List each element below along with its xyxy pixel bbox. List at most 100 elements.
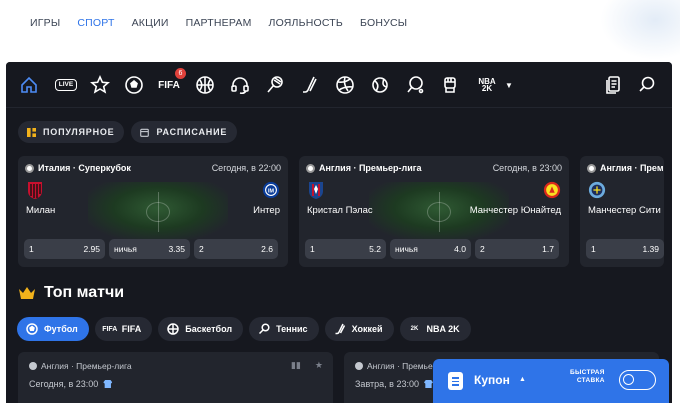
nav-item-bonuses[interactable]: БОНУСЫ bbox=[360, 17, 407, 29]
odd-home-button[interactable]: 1 1.39 bbox=[586, 239, 664, 259]
milan-logo bbox=[28, 182, 42, 199]
odd-home-button[interactable]: 1 2.95 bbox=[24, 239, 105, 259]
search-icon[interactable] bbox=[636, 75, 658, 95]
odd-label: 1 bbox=[29, 244, 34, 254]
nav-item-sport[interactable]: СПОРТ bbox=[77, 17, 114, 29]
chevron-up-icon[interactable]: ▲ bbox=[519, 376, 526, 383]
football-icon bbox=[355, 362, 363, 370]
match-time-label: Завтра, в 23:00 bbox=[355, 379, 419, 389]
nav-item-loyalty[interactable]: ЛОЯЛЬНОСТЬ bbox=[269, 17, 343, 29]
tab-nba2k[interactable]: 2K NBA 2K bbox=[399, 317, 471, 341]
tennis-icon[interactable] bbox=[264, 75, 286, 95]
basketball-icon[interactable] bbox=[194, 75, 216, 95]
top-matches-heading: Топ матчи bbox=[18, 284, 124, 302]
tab-hockey[interactable]: Хоккей bbox=[324, 317, 394, 341]
coupon-label: Купон bbox=[474, 373, 510, 387]
schedule-chip[interactable]: РАСПИСАНИЕ bbox=[131, 121, 238, 143]
main-nav: ИГРЫ СПОРТ АКЦИИ ПАРТНЕРАМ ЛОЯЛЬНОСТЬ БО… bbox=[30, 17, 407, 29]
match-time: Завтра, в 23:00 bbox=[355, 379, 433, 389]
quick-bet-line1: БЫСТРАЯ bbox=[570, 369, 605, 376]
kit-icon bbox=[103, 380, 113, 388]
fifa-live-badge: 6 bbox=[175, 68, 186, 79]
match-time: Сегодня, в 23:00 bbox=[29, 379, 113, 389]
stadium-background bbox=[88, 182, 228, 240]
odd-away-button[interactable]: 2 2.6 bbox=[194, 239, 278, 259]
league-label: Италия · Суперкубок bbox=[38, 163, 131, 173]
odd-value: 3.35 bbox=[168, 244, 185, 254]
odd-away-button[interactable]: 2 1.7 bbox=[475, 239, 559, 259]
nba2k-icon[interactable]: NBA 2K bbox=[473, 75, 501, 95]
volleyball-icon[interactable] bbox=[334, 75, 356, 95]
betslip-icon[interactable] bbox=[602, 75, 624, 95]
nba2k-icon-label: NBA 2K bbox=[478, 76, 496, 93]
away-team: Интер bbox=[253, 205, 280, 216]
football-icon bbox=[29, 362, 37, 370]
site-header: ИГРЫ СПОРТ АКЦИИ ПАРТНЕРАМ ЛОЯЛЬНОСТЬ БО… bbox=[0, 0, 680, 60]
odds-row: 1 5.2 ничья 4.0 2 1.7 bbox=[305, 239, 559, 259]
fifa-icon: FIFA bbox=[102, 325, 118, 333]
popular-chip-label: ПОПУЛЯРНОЕ bbox=[43, 127, 115, 137]
odd-draw-button[interactable]: ничья 4.0 bbox=[390, 239, 471, 259]
stats-icon[interactable]: ▮▮ bbox=[291, 360, 301, 371]
toggle-knob bbox=[623, 374, 634, 385]
nba2k-icon: 2K bbox=[410, 326, 419, 332]
odd-label: ничья bbox=[395, 244, 418, 254]
quick-bet-toggle[interactable] bbox=[619, 370, 656, 390]
featured-match-card[interactable]: Англия · Премь Манчестер Сити 1 1.39 bbox=[580, 156, 664, 267]
odd-value: 4.0 bbox=[454, 244, 466, 254]
odd-home-button[interactable]: 1 5.2 bbox=[305, 239, 386, 259]
odd-draw-button[interactable]: ничья 3.35 bbox=[109, 239, 190, 259]
odd-value: 1.7 bbox=[542, 244, 554, 254]
tab-fifa[interactable]: FIFA FIFA bbox=[94, 317, 153, 341]
crystal-palace-logo bbox=[309, 182, 323, 199]
tab-label: Баскетбол bbox=[185, 324, 233, 334]
football-icon bbox=[306, 163, 315, 173]
basketball-icon bbox=[167, 323, 180, 335]
coupon-bar[interactable]: Купон ▲ БЫСТРАЯ СТАВКА bbox=[433, 359, 669, 403]
league-label: Англия · Премьер-лига bbox=[319, 163, 422, 173]
home-icon[interactable] bbox=[18, 75, 40, 95]
top-matches-title: Топ матчи bbox=[44, 284, 125, 301]
table-tennis-icon[interactable] bbox=[404, 75, 426, 95]
football-icon bbox=[25, 163, 34, 173]
tab-label: NBA 2K bbox=[426, 324, 460, 334]
featured-matches: Италия · Суперкубок Сегодня, в 22:00 Мил… bbox=[18, 156, 664, 267]
nav-item-promotions[interactable]: АКЦИИ bbox=[132, 17, 169, 29]
live-icon[interactable]: LIVE bbox=[53, 75, 79, 95]
popular-chip[interactable]: ПОПУЛЯРНОЕ bbox=[18, 121, 125, 143]
match-league: Англия · Премьер-лига bbox=[306, 163, 422, 173]
nav-item-partners[interactable]: ПАРТНЕРАМ bbox=[186, 17, 252, 29]
tennis-icon bbox=[258, 323, 270, 335]
mma-icon[interactable] bbox=[439, 75, 461, 95]
odd-label: ничья bbox=[114, 244, 137, 254]
handball-icon[interactable] bbox=[369, 75, 391, 95]
hockey-icon bbox=[334, 323, 346, 335]
away-team: Манчестер Юнайтед bbox=[469, 205, 561, 216]
coupon-icon bbox=[448, 372, 463, 390]
odd-label: 1 bbox=[591, 244, 596, 254]
schedule-chip-label: РАСПИСАНИЕ bbox=[156, 127, 228, 137]
tab-basketball[interactable]: Баскетбол bbox=[158, 317, 244, 341]
nav-item-games[interactable]: ИГРЫ bbox=[30, 17, 60, 29]
favorite-star-icon[interactable]: ★ bbox=[315, 360, 323, 371]
tab-football[interactable]: Футбол bbox=[17, 317, 89, 341]
football-icon bbox=[587, 163, 596, 173]
odd-value: 2.6 bbox=[261, 244, 273, 254]
quick-bet-line2: СТАВКА bbox=[576, 377, 605, 385]
match-time-label: Сегодня, в 23:00 bbox=[29, 379, 99, 389]
tab-tennis[interactable]: Теннис bbox=[249, 317, 319, 341]
kit-icon bbox=[423, 380, 433, 388]
esports-headset-icon[interactable] bbox=[229, 75, 251, 95]
hockey-icon[interactable] bbox=[299, 75, 321, 95]
match-league: Англия · Премьер-лига bbox=[29, 361, 132, 371]
football-icon[interactable] bbox=[123, 75, 145, 95]
manchester-city-logo bbox=[588, 181, 606, 199]
fifa-icon[interactable]: FIFA 6 bbox=[156, 68, 186, 95]
popular-icon bbox=[27, 127, 36, 137]
featured-match-card[interactable]: Италия · Суперкубок Сегодня, в 22:00 Мил… bbox=[18, 156, 288, 267]
chevron-down-icon[interactable]: ▼ bbox=[503, 75, 515, 95]
featured-match-card[interactable]: Англия · Премьер-лига Сегодня, в 23:00 К… bbox=[299, 156, 569, 267]
match-league: Англия · Премь bbox=[587, 163, 664, 173]
tab-label: Хоккей bbox=[351, 324, 383, 334]
star-icon[interactable] bbox=[89, 75, 111, 95]
